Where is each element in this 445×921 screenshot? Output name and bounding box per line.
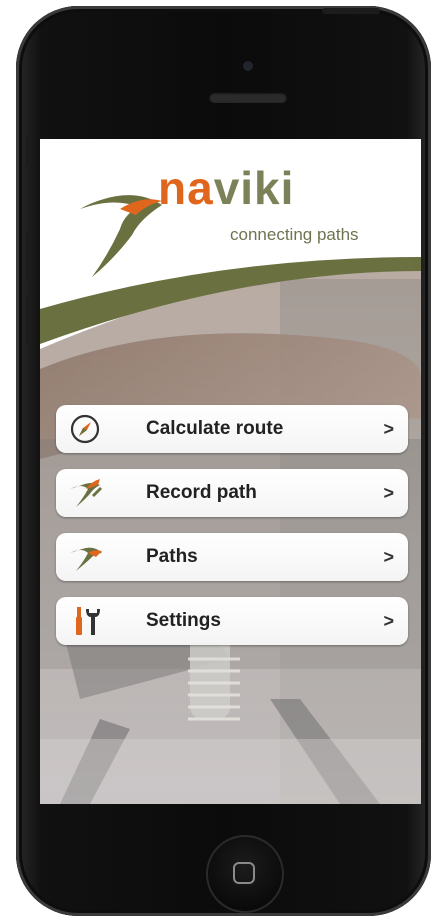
menu-label: Paths [146,546,198,567]
menu-record-path[interactable]: Record path > [56,469,408,517]
front-camera [243,61,253,71]
chevron-right-icon: > [383,482,394,503]
naviki-bird-logo-icon [80,195,162,277]
mute-switch [26,136,32,166]
logo-area: naviki connecting paths [40,139,421,339]
settings-tools-icon [76,607,100,635]
chevron-right-icon: > [383,546,394,567]
earpiece-speaker [209,92,287,103]
chevron-right-icon: > [383,418,394,439]
compass-icon [70,414,100,444]
record-path-icon [70,479,102,507]
volume-up-button [26,231,32,279]
paths-icon [70,547,102,571]
app-screen: naviki connecting paths Calculate route … [40,139,421,804]
menu-label: Settings [146,610,221,631]
tagline: connecting paths [230,225,359,244]
menu-label: Calculate route [146,418,284,439]
chevron-right-icon: > [383,610,394,631]
menu-label: Record path [146,482,257,503]
volume-down-button [26,296,32,344]
app-logo-text: naviki [158,162,295,214]
menu-paths[interactable]: Paths > [56,533,408,581]
home-button[interactable] [206,835,284,913]
menu-settings[interactable]: Settings > [56,597,408,645]
power-button [322,8,380,14]
menu-calculate-route[interactable]: Calculate route > [56,405,408,453]
